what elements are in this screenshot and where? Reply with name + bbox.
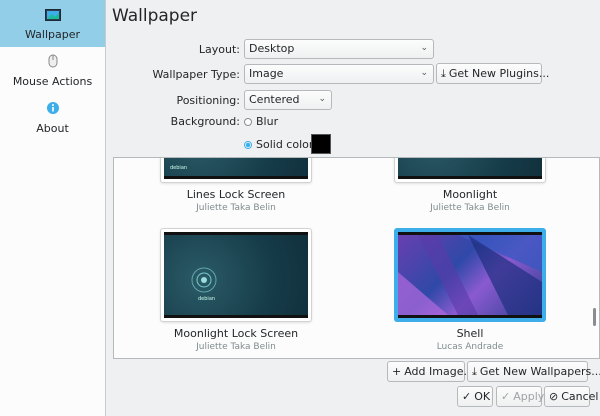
solid-color-label: Solid color (256, 138, 314, 151)
sidebar: Wallpaper Mouse Actions About (0, 0, 106, 416)
ok-button[interactable]: ✓ OK (457, 386, 493, 407)
info-icon (46, 101, 60, 118)
radio-icon (244, 118, 252, 126)
thumbnail-image (398, 158, 542, 179)
main-panel: Wallpaper Layout: Desktop ⌄ Wallpaper Ty… (107, 0, 600, 416)
wallpaper-card[interactable]: debian Moonlight Lock Screen Juliette Ta… (161, 229, 311, 352)
sidebar-item-wallpaper[interactable]: Wallpaper (0, 0, 105, 47)
wallpaper-card-selected[interactable]: Shell Lucas Andrade (395, 229, 545, 352)
background-label: Background: (170, 115, 240, 128)
get-new-plugins-button[interactable]: ⤓ Get New Plugins... (436, 63, 549, 84)
mouse-icon (48, 54, 58, 71)
apply-label: Apply (513, 390, 545, 403)
color-swatch-button[interactable] (311, 134, 331, 154)
get-new-plugins-label: Get New Plugins... (448, 67, 550, 80)
wallpaper-author: Juliette Taka Belin (196, 203, 276, 213)
grid-scrollbar[interactable] (593, 308, 596, 326)
monitor-wallpaper-icon (44, 9, 61, 24)
wallpaper-name: Moonlight Lock Screen (173, 327, 299, 340)
positioning-label: Positioning: (176, 94, 240, 107)
wallpaper-thumbnail: debian (161, 158, 311, 182)
wallpaper-type-label: Wallpaper Type: (152, 68, 241, 81)
cancel-icon: ⊘ (549, 390, 559, 403)
download-icon: ⤓ (441, 66, 446, 80)
sidebar-item-about[interactable]: About (0, 94, 105, 141)
wallpaper-author: Juliette Taka Belin (196, 342, 276, 352)
check-icon: ✓ (462, 390, 472, 403)
download-icon: ⤓ (472, 364, 477, 378)
blur-label: Blur (256, 115, 279, 128)
chevron-down-icon: ⌄ (420, 68, 428, 78)
apply-button[interactable]: ✓ Apply (496, 386, 545, 407)
positioning-value: Centered (249, 93, 300, 106)
layout-label: Layout: (198, 43, 240, 56)
sidebar-item-mouse-actions[interactable]: Mouse Actions (0, 47, 105, 94)
wallpaper-author: Lucas Andrade (436, 342, 504, 352)
wallpaper-grid: debian Lines Lock Screen Juliette Taka B… (113, 157, 600, 359)
wallpaper-card[interactable]: debian Lines Lock Screen Juliette Taka B… (161, 158, 311, 213)
get-new-wallpapers-label: Get New Wallpapers... (479, 365, 600, 378)
plus-icon: + (392, 365, 402, 378)
thumbnail-image: debian (164, 158, 308, 179)
get-new-wallpapers-button[interactable]: ⤓ Get New Wallpapers... (467, 361, 600, 382)
layout-combo[interactable]: Desktop ⌄ (244, 39, 434, 59)
wallpaper-thumbnail: debian (161, 229, 311, 321)
solid-color-radio[interactable]: Solid color (244, 138, 313, 151)
sidebar-item-label: Mouse Actions (12, 75, 93, 88)
thumbnail-logo-text: debian (198, 296, 216, 302)
wallpaper-type-value: Image (249, 67, 284, 80)
page-title: Wallpaper (112, 6, 198, 26)
cancel-button[interactable]: ⊘ Cancel (544, 386, 598, 407)
add-image-label: Add Image... (404, 365, 474, 378)
wallpaper-author: Juliette Taka Belin (430, 203, 510, 213)
radio-checked-icon (244, 141, 252, 149)
layout-value: Desktop (249, 42, 295, 55)
wallpaper-name: Shell (456, 327, 484, 340)
chevron-down-icon: ⌄ (318, 94, 326, 104)
sidebar-item-label: About (36, 122, 69, 135)
wallpaper-name: Lines Lock Screen (186, 188, 286, 201)
add-image-button[interactable]: + Add Image... (387, 361, 474, 382)
sidebar-item-label: Wallpaper (24, 28, 81, 41)
wallpaper-name: Moonlight (442, 188, 498, 201)
wallpaper-type-combo[interactable]: Image ⌄ (244, 64, 434, 84)
cancel-label: Cancel (561, 390, 599, 403)
wallpaper-thumbnail (395, 158, 545, 182)
thumbnail-logo-text: debian (170, 165, 188, 171)
positioning-combo[interactable]: Centered ⌄ (244, 90, 332, 110)
blur-radio[interactable]: Blur (244, 115, 278, 128)
wallpaper-card[interactable]: Moonlight Juliette Taka Belin (395, 158, 545, 213)
chevron-down-icon: ⌄ (420, 43, 428, 53)
ok-label: OK (474, 390, 491, 403)
check-icon: ✓ (501, 390, 511, 403)
thumbnail-image (398, 232, 542, 318)
thumbnail-image: debian (164, 232, 308, 318)
wallpaper-thumbnail (395, 229, 545, 321)
